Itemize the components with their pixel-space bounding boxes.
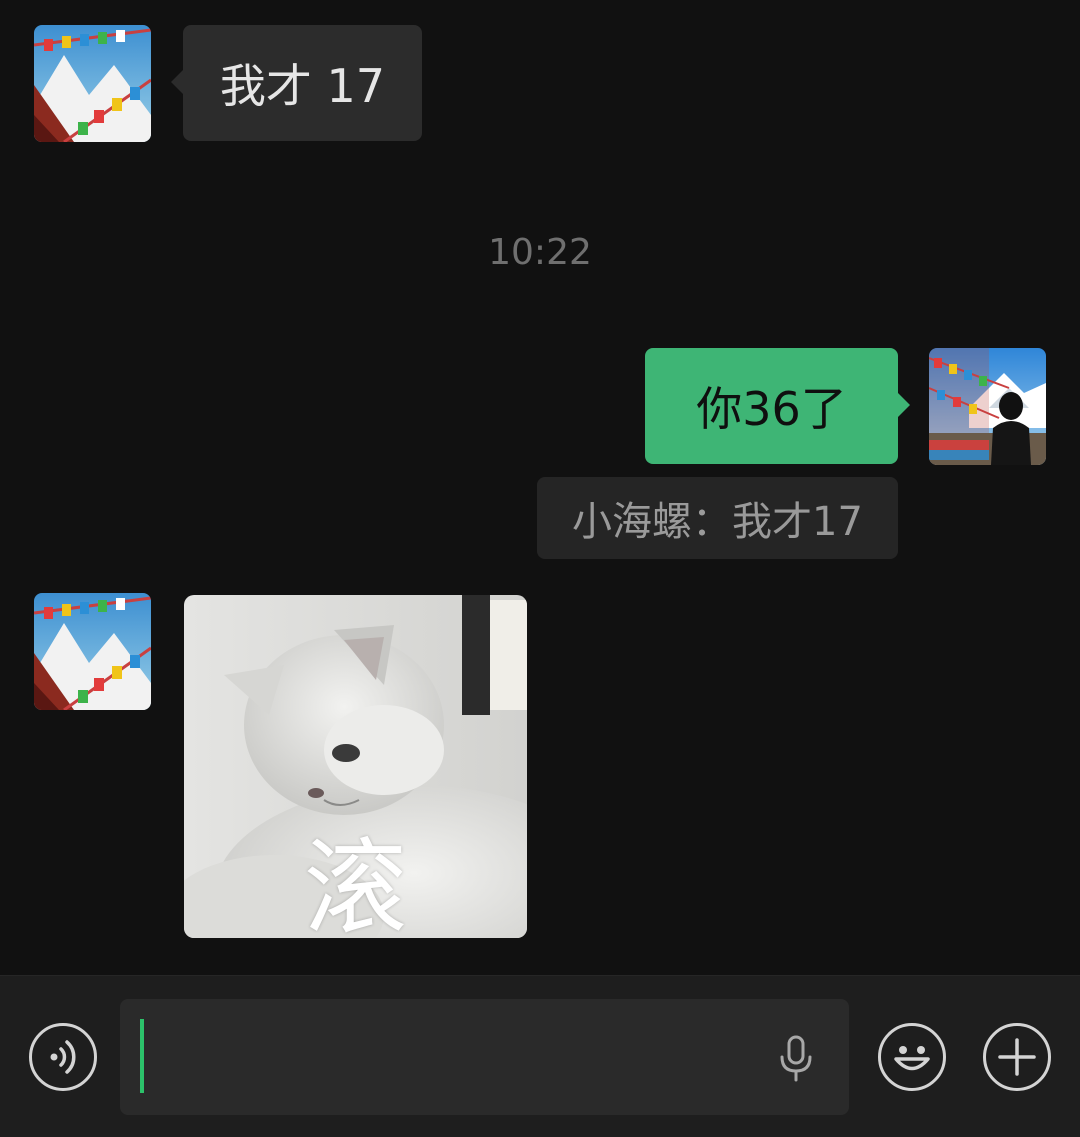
contact-avatar[interactable] bbox=[34, 593, 151, 710]
input-bar bbox=[0, 975, 1080, 1137]
quoted-text: 小海螺：我才17 bbox=[572, 499, 863, 545]
prayer-flags-photo-icon bbox=[34, 25, 151, 142]
prayer-flags-photo-icon bbox=[34, 593, 151, 710]
plus-icon bbox=[998, 1038, 1036, 1076]
voice-mode-icon bbox=[50, 1040, 76, 1074]
message-input-field[interactable] bbox=[120, 999, 849, 1117]
chat-area[interactable]: 我才 17 10:22 你36了 小海螺：我才17 滚 bbox=[0, 0, 1080, 975]
self-avatar[interactable] bbox=[929, 348, 1046, 465]
voice-mode-button[interactable] bbox=[29, 1023, 97, 1091]
message-timestamp: 10:22 bbox=[488, 232, 592, 273]
message-input[interactable] bbox=[150, 999, 774, 1117]
sticker-caption: 滚 bbox=[303, 827, 408, 938]
cat-sticker-message[interactable]: 滚 bbox=[184, 595, 527, 938]
emoji-icon bbox=[894, 1046, 930, 1071]
incoming-message-bubble[interactable]: 我才 17 bbox=[171, 25, 422, 141]
more-functions-button[interactable] bbox=[983, 1023, 1051, 1091]
message-text: 我才 17 bbox=[219, 59, 386, 113]
contact-avatar[interactable] bbox=[34, 25, 151, 142]
text-caret bbox=[140, 1019, 144, 1093]
microphone-icon[interactable] bbox=[776, 1035, 816, 1087]
outgoing-message-bubble[interactable]: 你36了 bbox=[645, 348, 910, 464]
person-photo-icon bbox=[929, 348, 1046, 465]
emoji-button[interactable] bbox=[878, 1023, 946, 1091]
message-text: 你36了 bbox=[696, 382, 847, 436]
quoted-message[interactable]: 小海螺：我才17 bbox=[537, 477, 898, 559]
